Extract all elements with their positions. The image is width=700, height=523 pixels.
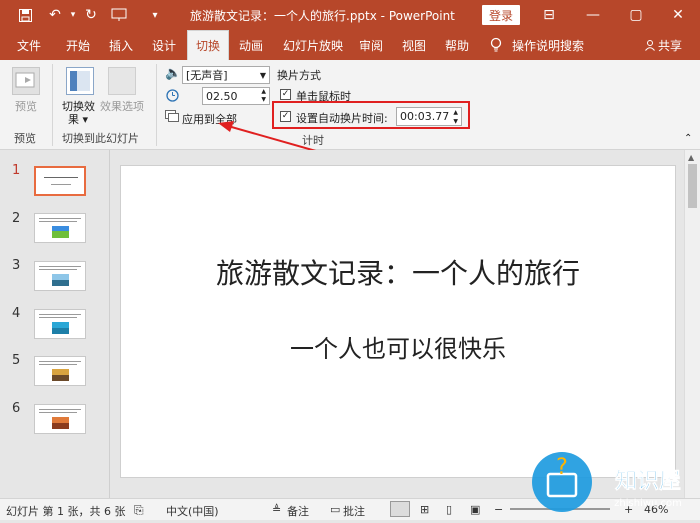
- slide-subtitle[interactable]: 一个人也可以很快乐: [121, 329, 675, 364]
- slide-thumbnail-6[interactable]: [34, 404, 86, 434]
- spellcheck-icon[interactable]: ⎘: [134, 503, 144, 518]
- slide-thumbnail-2[interactable]: [34, 213, 86, 243]
- comments-icon[interactable]: ▭: [330, 503, 340, 516]
- slide-number: 3: [12, 258, 21, 273]
- scroll-thumb[interactable]: [688, 164, 697, 208]
- notes-icon[interactable]: ≜: [272, 503, 281, 516]
- normal-view-icon[interactable]: [390, 501, 410, 517]
- reading-view-icon[interactable]: ▯: [446, 503, 452, 516]
- scroll-up-icon[interactable]: ▲: [688, 153, 694, 162]
- slide-thumbnail-3[interactable]: [34, 261, 86, 291]
- slide-title[interactable]: 旅游散文记录：一个人的旅行: [121, 252, 675, 292]
- comments-button[interactable]: 批注: [343, 503, 365, 519]
- slide-number: 4: [12, 306, 21, 321]
- slide-number: 1: [12, 163, 21, 178]
- slide-number: 2: [12, 211, 21, 226]
- zoom-out-icon[interactable]: −: [494, 503, 503, 516]
- slide-number: 6: [12, 401, 21, 416]
- slideshow-icon[interactable]: ▣: [470, 503, 480, 516]
- slide-thumbnail-5[interactable]: [34, 356, 86, 386]
- slide-thumbnail-1[interactable]: [34, 166, 86, 196]
- slide-canvas[interactable]: 旅游散文记录：一个人的旅行 一个人也可以很快乐: [120, 165, 676, 478]
- svg-text:?: ?: [556, 455, 568, 480]
- slide-thumbnail-4[interactable]: [34, 309, 86, 339]
- slide-sorter-icon[interactable]: ⊞: [420, 503, 429, 516]
- slide-count-status: 幻灯片 第 1 张，共 6 张: [6, 505, 126, 518]
- notes-button[interactable]: 备注: [287, 503, 309, 519]
- slide-number: 5: [12, 353, 21, 368]
- language-status[interactable]: 中文(中国): [166, 503, 219, 519]
- watermark-url: zhishiwu.com: [614, 498, 682, 509]
- watermark-logo: ? 知识屋 zhishiwu.com: [528, 440, 700, 520]
- watermark-brand: 知识屋: [615, 468, 681, 494]
- slide-thumbnail-pane: 1 2 3 4 5 6: [0, 150, 110, 498]
